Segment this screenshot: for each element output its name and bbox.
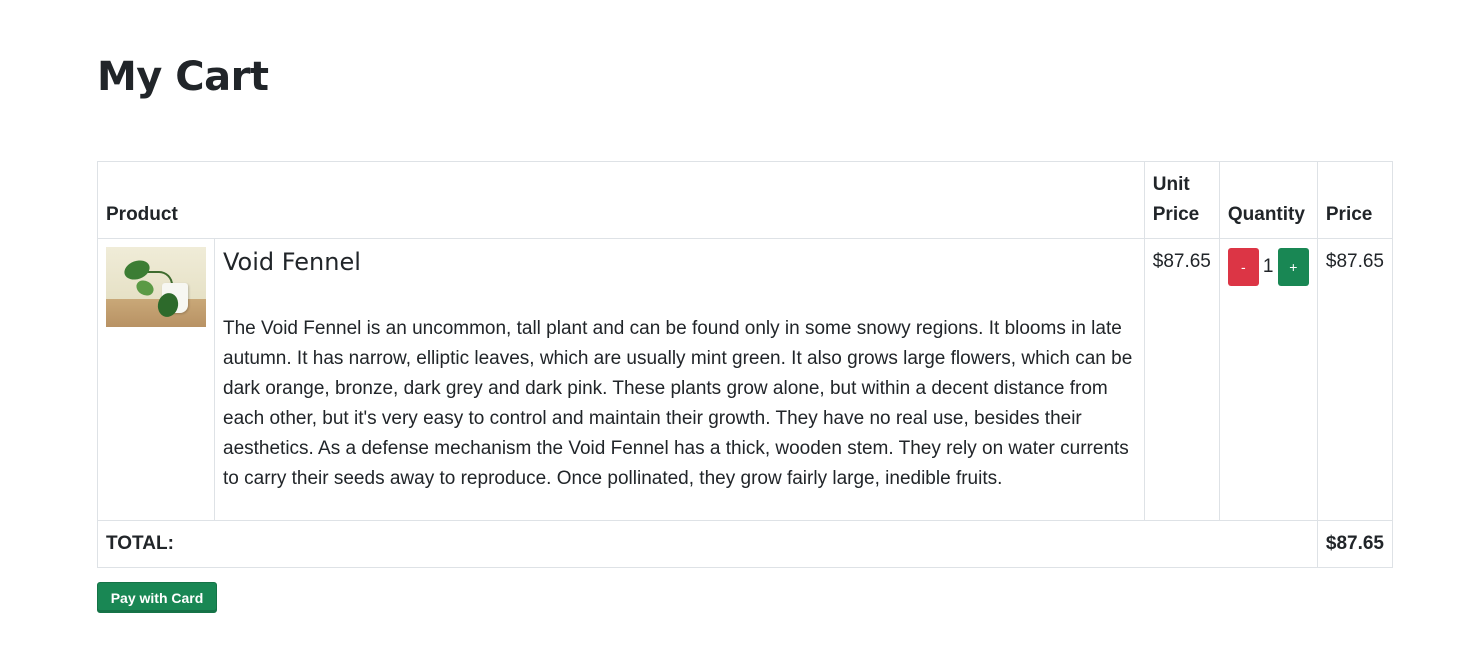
quantity-stepper: - 1 + xyxy=(1227,248,1309,286)
product-name: Void Fennel xyxy=(223,248,361,276)
page-title: My Cart xyxy=(97,54,269,100)
table-header-row: Product Unit Price Quantity Price xyxy=(97,161,1394,239)
total-label: TOTAL: xyxy=(97,520,1318,568)
product-image-cell xyxy=(97,238,215,521)
product-image xyxy=(106,247,206,327)
table-row: Void Fennel The Void Fennel is an uncomm… xyxy=(97,238,1394,521)
decrement-button[interactable]: - xyxy=(1227,248,1259,286)
header-price: Price xyxy=(1316,161,1394,239)
total-row: TOTAL: $87.65 xyxy=(97,520,1394,568)
header-unit-price: Unit Price xyxy=(1143,161,1220,239)
unit-price-cell: $87.65 xyxy=(1143,238,1220,521)
pay-with-card-button[interactable]: Pay with Card xyxy=(97,582,217,613)
increment-button[interactable]: + xyxy=(1277,248,1309,286)
header-product: Product xyxy=(97,161,1145,239)
cart-table: Product Unit Price Quantity Price Void F… xyxy=(97,161,1394,568)
product-description: The Void Fennel is an uncommon, tall pla… xyxy=(223,318,1133,489)
quantity-cell: - 1 + xyxy=(1218,238,1318,521)
product-info-cell: Void Fennel The Void Fennel is an uncomm… xyxy=(214,238,1145,521)
header-quantity: Quantity xyxy=(1218,161,1318,239)
quantity-value: 1 xyxy=(1262,256,1274,277)
total-value: $87.65 xyxy=(1316,520,1394,568)
price-cell: $87.65 xyxy=(1316,238,1394,521)
